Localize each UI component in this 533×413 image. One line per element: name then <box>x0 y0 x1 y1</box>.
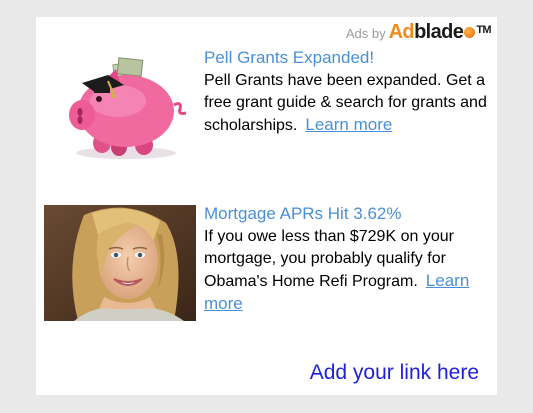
ad-description: If you owe less than $729K on your mortg… <box>204 228 454 290</box>
ad-title-link[interactable]: Mortgage APRs Hit 3.62% <box>204 203 494 225</box>
ad-body: If you owe less than $729K on your mortg… <box>204 226 494 316</box>
logo-text-ad: Ad <box>388 21 415 43</box>
adblade-logo[interactable]: Ad blade TM <box>388 21 492 43</box>
ad-item-mortgage: Mortgage APRs Hit 3.62% If you owe less … <box>44 203 497 343</box>
ad-widget-frame: Ads by Ad blade TM Pell Grants Expanded!… <box>0 0 533 413</box>
add-your-link-here-link[interactable]: Add your link here <box>310 361 479 385</box>
ad-body: Pell Grants have been expanded. Get a fr… <box>204 70 494 137</box>
learn-more-link[interactable]: Learn more <box>305 115 392 134</box>
piggy-bank-graduation-image[interactable] <box>44 49 196 165</box>
ad-title-link[interactable]: Pell Grants Expanded! <box>204 47 494 69</box>
ad-text-block: Pell Grants Expanded! Pell Grants have b… <box>204 47 494 137</box>
ad-text-block: Mortgage APRs Hit 3.62% If you owe less … <box>204 203 494 316</box>
ad-panel: Ads by Ad blade TM Pell Grants Expanded!… <box>36 17 497 395</box>
smiling-woman-photo[interactable] <box>44 205 196 321</box>
adblade-logo-icon <box>464 26 476 38</box>
logo-text-blade: blade <box>414 21 464 43</box>
ads-by-adblade[interactable]: Ads by Ad blade TM <box>345 21 492 43</box>
ads-by-label: Ads by <box>345 25 386 41</box>
ad-item-pell-grants: Pell Grants Expanded! Pell Grants have b… <box>44 47 497 197</box>
logo-trademark: TM <box>476 24 491 36</box>
